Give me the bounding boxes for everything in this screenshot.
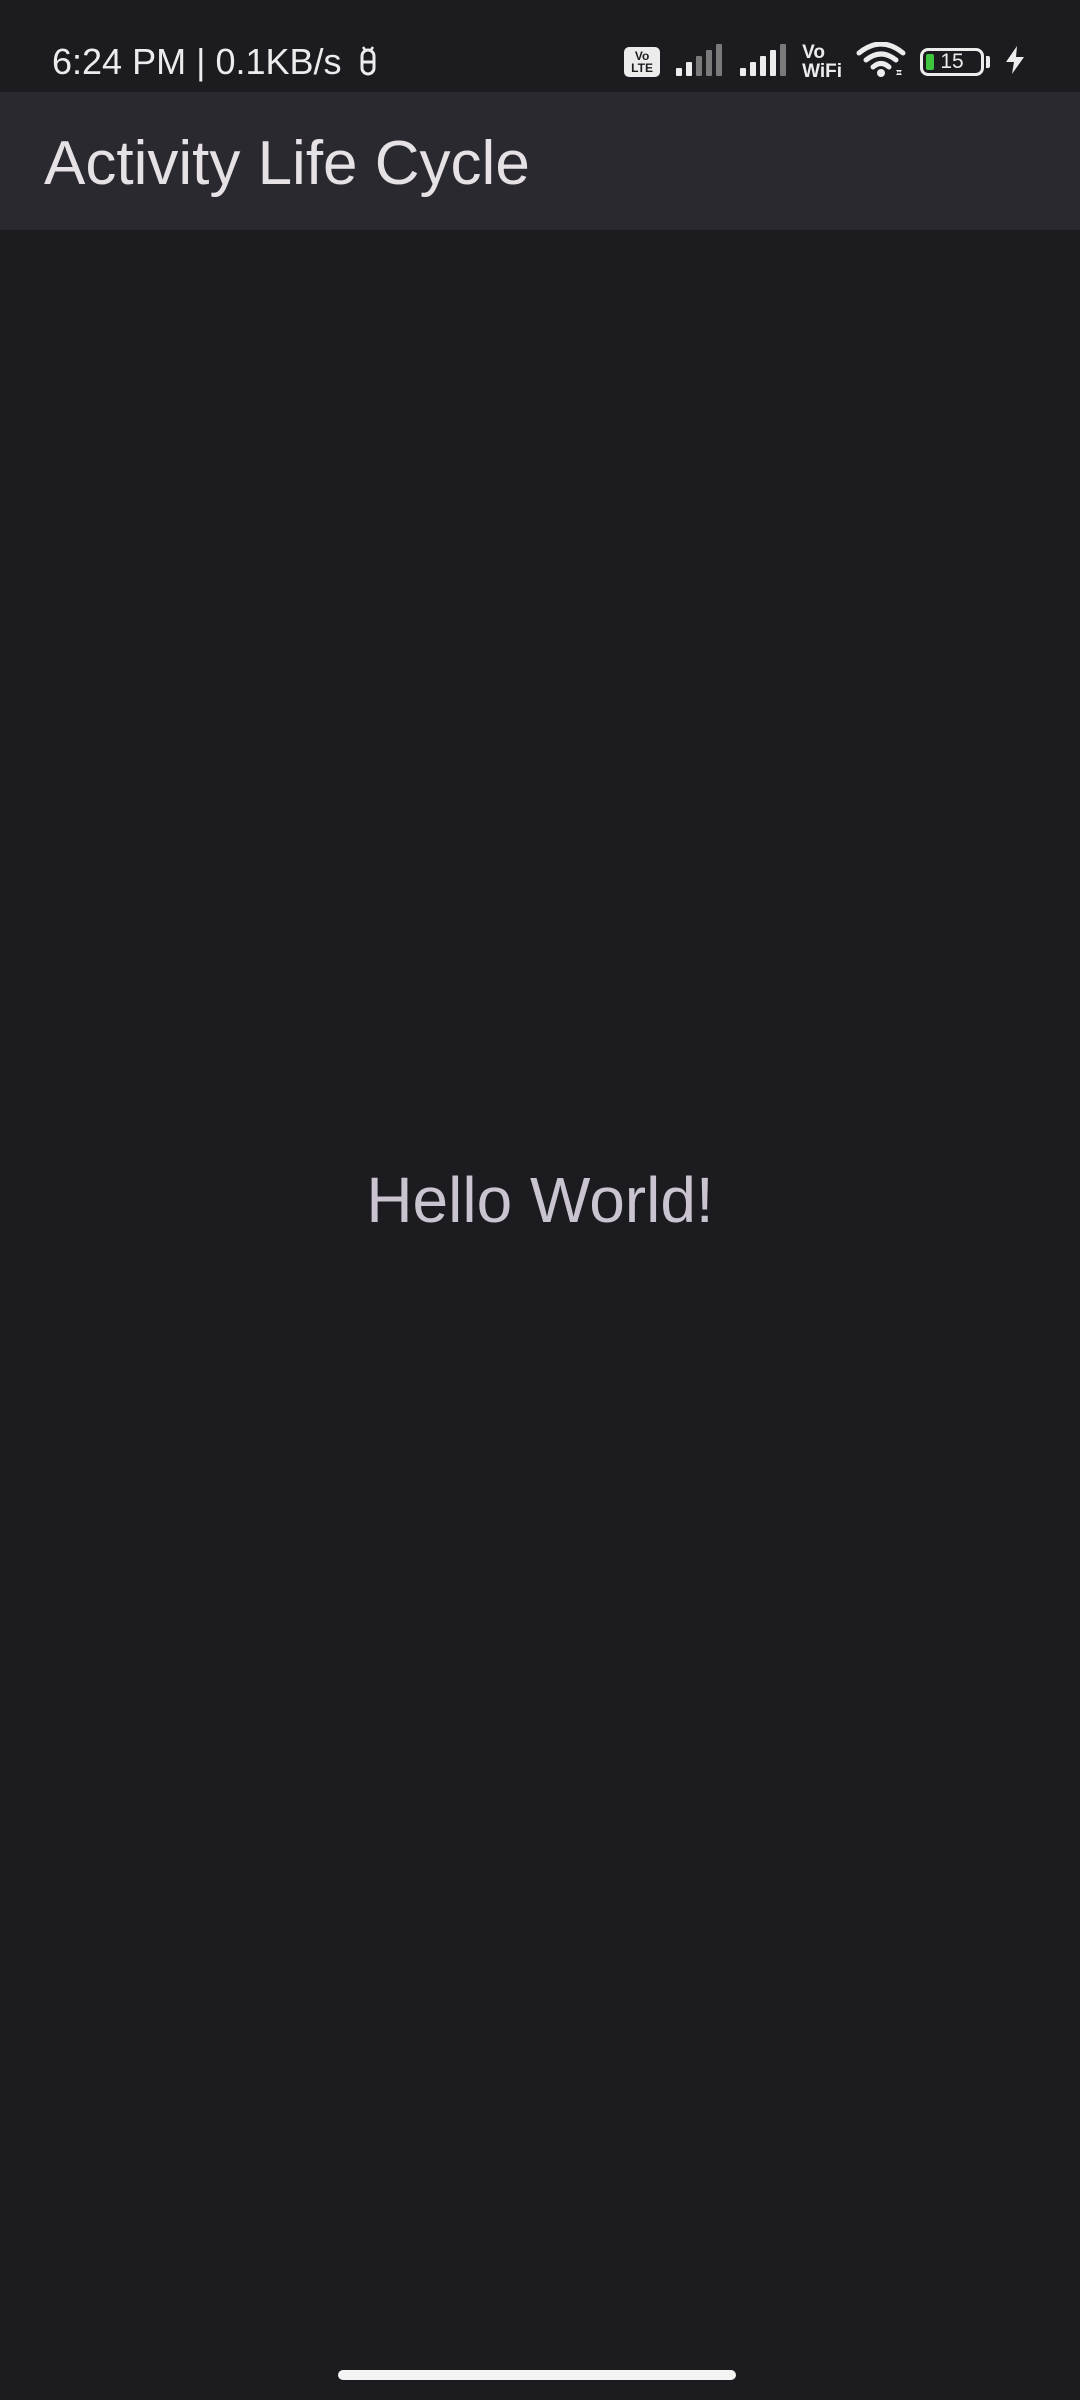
vowifi-top-label: Vo	[802, 42, 825, 63]
battery-level: 15	[940, 50, 964, 73]
charging-icon	[1004, 45, 1026, 80]
signal-icon	[738, 43, 788, 81]
volte-icon: Vo LTE	[624, 47, 661, 77]
gesture-navigation-bar[interactable]	[338, 2370, 736, 2380]
status-time: 6:24 PM	[52, 41, 187, 82]
network-speed: 0.1KB/s	[215, 41, 342, 82]
status-left: 6:24 PM | 0.1KB/s	[52, 36, 380, 88]
app-title: Activity Life Cycle	[44, 129, 530, 198]
hello-world-text: Hello World!	[366, 1164, 714, 1236]
status-separator: |	[196, 41, 206, 82]
battery-icon: 15	[920, 48, 984, 76]
app-bar: Activity Life Cycle	[0, 92, 1080, 230]
notification-icon	[356, 46, 380, 78]
main-content: Hello World!	[0, 230, 1080, 2400]
battery-terminal	[986, 56, 990, 68]
signal-icon	[674, 43, 724, 81]
vowifi-bottom-label: WiFi	[802, 61, 842, 82]
status-bar: 6:24 PM | 0.1KB/s Vo LTE Vo WiFi 15	[0, 0, 1080, 92]
volte-bottom-label: LTE	[631, 61, 653, 75]
screen: 6:24 PM | 0.1KB/s Vo LTE Vo WiFi 15 Acti…	[0, 0, 1080, 2400]
vowifi-icon: Vo WiFi	[802, 43, 842, 81]
wifi-icon	[856, 41, 906, 83]
status-right: Vo LTE Vo WiFi 15	[624, 38, 1026, 86]
